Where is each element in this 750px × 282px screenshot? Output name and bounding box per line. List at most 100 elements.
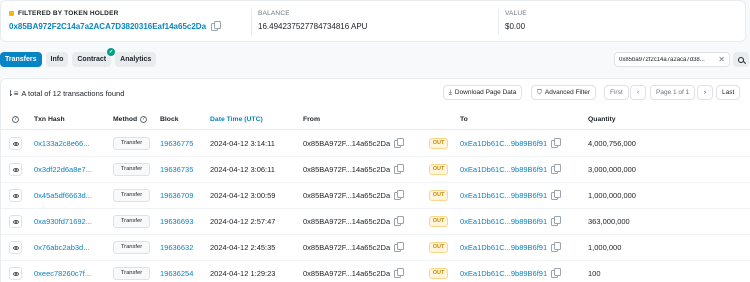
copy-icon[interactable] bbox=[394, 164, 404, 175]
copy-icon[interactable] bbox=[551, 190, 561, 201]
txn-hash-link[interactable]: 0x3df22d6a8e7... bbox=[34, 165, 92, 174]
view-details-button[interactable] bbox=[9, 189, 22, 202]
direction-badge: OUT bbox=[429, 190, 448, 201]
table-row: 0xeec78260c7f... Transfer 19636254 2024-04-… bbox=[1, 261, 750, 282]
info-icon: ? bbox=[12, 116, 19, 123]
divider bbox=[251, 9, 252, 35]
table-row: 0x45a5df6663d... Transfer 19636709 2024-04-… bbox=[1, 183, 750, 209]
method-badge: Transfer bbox=[113, 267, 150, 280]
copy-icon[interactable] bbox=[211, 20, 221, 31]
eye-icon bbox=[12, 219, 19, 224]
col-block: Block bbox=[160, 116, 179, 123]
next-page-button[interactable]: › bbox=[697, 85, 713, 100]
value-label: VALUE bbox=[505, 10, 527, 17]
filter-icon bbox=[9, 11, 14, 16]
copy-icon[interactable] bbox=[551, 216, 561, 227]
direction-badge: OUT bbox=[429, 138, 448, 149]
col-method: Method? bbox=[113, 116, 148, 123]
last-page-button[interactable]: Last bbox=[716, 85, 741, 100]
view-details-button[interactable] bbox=[9, 137, 22, 150]
copy-icon[interactable] bbox=[551, 242, 561, 253]
copy-icon[interactable] bbox=[394, 216, 404, 227]
tab-transfers[interactable]: Transfers bbox=[0, 52, 42, 67]
to-address-link[interactable]: 0xEa1Db61C...9b89B6f91 bbox=[460, 217, 547, 226]
eye-icon bbox=[12, 245, 19, 250]
txn-hash-link[interactable]: 0xa930fd71692... bbox=[34, 217, 92, 226]
first-page-button[interactable]: First bbox=[604, 85, 629, 100]
copy-icon[interactable] bbox=[394, 138, 404, 149]
to-address: 0xEa1Db61C...9b89B6f91 bbox=[460, 216, 561, 227]
balance-label: BALANCE bbox=[258, 10, 290, 17]
tab-info[interactable]: Info bbox=[45, 52, 69, 67]
to-address-link[interactable]: 0xEa1Db61C...9b89B6f91 bbox=[460, 165, 547, 174]
address-filter-input[interactable]: 0x85ba972f2c14a7a2aca7d38... ✕ bbox=[614, 52, 730, 67]
view-details-button[interactable] bbox=[9, 215, 22, 228]
block-link[interactable]: 19636775 bbox=[160, 139, 193, 148]
table-row: 0x76abc2ab3d... Transfer 19636632 2024-04-1… bbox=[1, 235, 750, 261]
col-datetime[interactable]: Date Time (UTC) bbox=[210, 116, 263, 123]
block-link[interactable]: 19636693 bbox=[160, 217, 193, 226]
from-address: 0x85BA972F...14a65c2Da bbox=[303, 138, 404, 149]
block-link[interactable]: 19636735 bbox=[160, 165, 193, 174]
col-txn-hash: Txn Hash bbox=[34, 116, 65, 123]
view-details-button[interactable] bbox=[9, 267, 22, 280]
eye-icon bbox=[12, 271, 19, 276]
filter-funnel-icon: ⛉ bbox=[537, 89, 542, 96]
copy-icon[interactable] bbox=[551, 268, 561, 279]
tab-analytics[interactable]: Analytics bbox=[115, 52, 157, 67]
to-address: 0xEa1Db61C...9b89B6f91 bbox=[460, 138, 561, 149]
method-badge: Transfer bbox=[113, 163, 150, 176]
advanced-filter-button[interactable]: ⛉ Advanced Filter bbox=[531, 85, 597, 100]
to-address-link[interactable]: 0xEa1Db61C...9b89B6f91 bbox=[460, 191, 547, 200]
copy-icon[interactable] bbox=[394, 190, 404, 201]
view-details-button[interactable] bbox=[9, 241, 22, 254]
txn-datetime: 2024-04-12 2:45:35 bbox=[210, 243, 276, 252]
block-link[interactable]: 19636254 bbox=[160, 269, 193, 278]
value-block: VALUE $0.00 bbox=[505, 10, 527, 31]
chevron-right-icon: › bbox=[703, 89, 707, 96]
to-address-link[interactable]: 0xEa1Db61C...9b89B6f91 bbox=[460, 243, 547, 252]
col-to: To bbox=[460, 116, 468, 123]
from-address-text: 0x85BA972F...14a65c2Da bbox=[303, 269, 391, 278]
help-icon[interactable]: ? bbox=[140, 116, 148, 123]
block-link[interactable]: 19636709 bbox=[160, 191, 193, 200]
transfers-table-card: ⇂≡ A total of 12 transactions found ⤓ Dow… bbox=[0, 78, 750, 282]
block-link[interactable]: 19636632 bbox=[160, 243, 193, 252]
quantity-value: 100 bbox=[588, 269, 601, 278]
method-badge: Transfer bbox=[113, 137, 150, 150]
txn-datetime: 2024-04-12 2:57:47 bbox=[210, 217, 276, 226]
from-address-text: 0x85BA972F...14a65c2Da bbox=[303, 243, 391, 252]
to-address: 0xEa1Db61C...9b89B6f91 bbox=[460, 164, 561, 175]
holder-address-link[interactable]: 0x85BA972F2C14a7a2ACA7D3820316Eaf14a65c2… bbox=[9, 22, 206, 31]
chevron-left-icon: ‹ bbox=[636, 89, 640, 96]
prev-page-button[interactable]: ‹ bbox=[630, 85, 646, 100]
txn-hash-link[interactable]: 0x133a2c8e66... bbox=[34, 139, 89, 148]
tab-contract[interactable]: Contract ✓ bbox=[72, 48, 116, 67]
copy-icon[interactable] bbox=[551, 138, 561, 149]
page-indicator: Page 1 of 1 bbox=[650, 85, 696, 100]
copy-icon[interactable] bbox=[394, 242, 404, 253]
txn-datetime: 2024-04-12 3:14:11 bbox=[210, 139, 275, 148]
table-row: 0x133a2c8e66... Transfer 19636775 2024-04-1… bbox=[1, 131, 750, 157]
clear-icon[interactable]: ✕ bbox=[718, 55, 725, 64]
to-address: 0xEa1Db61C...9b89B6f91 bbox=[460, 268, 561, 279]
search-button[interactable] bbox=[733, 52, 749, 67]
col-quantity: Quantity bbox=[588, 116, 616, 123]
download-label: Download Page Data bbox=[454, 89, 517, 96]
view-details-button[interactable] bbox=[9, 163, 22, 176]
txn-hash-link[interactable]: 0x76abc2ab3d... bbox=[34, 243, 89, 252]
address-filter-value: 0x85ba972f2c14a7a2aca7d38... bbox=[619, 56, 705, 63]
to-address-link[interactable]: 0xEa1Db61C...9b89B6f91 bbox=[460, 269, 547, 278]
to-address: 0xEa1Db61C...9b89B6f91 bbox=[460, 242, 561, 253]
table-row: 0xa930fd71692... Transfer 19636693 2024-04-… bbox=[1, 209, 750, 235]
from-address-text: 0x85BA972F...14a65c2Da bbox=[303, 217, 391, 226]
txn-hash-link[interactable]: 0xeec78260c7f... bbox=[34, 269, 91, 278]
download-page-data-button[interactable]: ⤓ Download Page Data bbox=[443, 85, 523, 100]
txn-datetime: 2024-04-12 3:00:59 bbox=[210, 191, 276, 200]
txn-hash-link[interactable]: 0x45a5df6663d... bbox=[34, 191, 92, 200]
copy-icon[interactable] bbox=[551, 164, 561, 175]
direction-badge: OUT bbox=[429, 242, 448, 253]
copy-icon[interactable] bbox=[394, 268, 404, 279]
to-address-link[interactable]: 0xEa1Db61C...9b89B6f91 bbox=[460, 139, 547, 148]
col-method-label: Method bbox=[113, 116, 138, 123]
